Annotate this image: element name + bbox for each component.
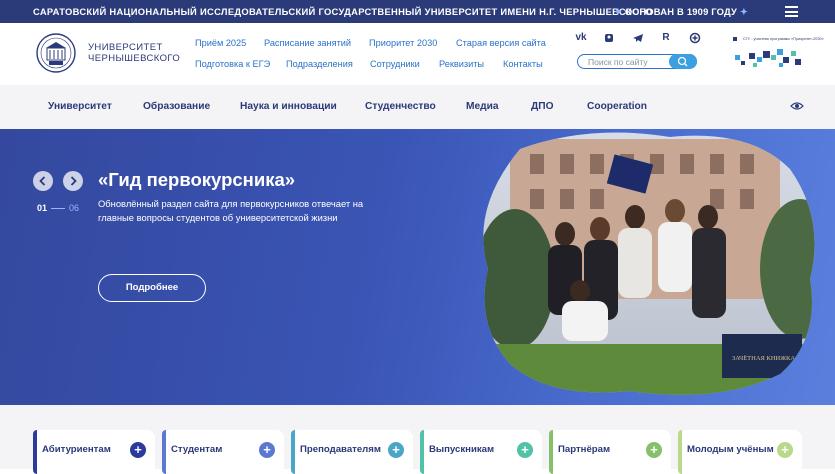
card-label: Выпускникам	[429, 444, 495, 455]
star-icon: ✦	[739, 6, 748, 17]
founded-text: ОСНОВАН В 1909 ГОДУ	[624, 6, 738, 17]
menu-icon[interactable]	[785, 6, 798, 17]
plus-icon: +	[777, 442, 793, 458]
plus-icon: +	[646, 442, 662, 458]
nav-university[interactable]: Университет	[48, 101, 112, 112]
card-young-scientists[interactable]: Молодым учёным +	[678, 430, 802, 474]
ok-icon[interactable]	[603, 32, 615, 44]
nav-education[interactable]: Образование	[143, 101, 210, 112]
card-accent	[162, 430, 166, 474]
logo-text[interactable]: УНИВЕРСИТЕТ ЧЕРНЫШЕВСКОГО	[88, 42, 180, 64]
search-box	[577, 54, 697, 69]
main-nav: Университет Образование Наука и инноваци…	[0, 85, 835, 129]
priority-2030-badge[interactable]: СГУ - участник программы «Приоритет-2030…	[733, 35, 824, 71]
plus-icon: +	[130, 442, 146, 458]
university-full-name: САРАТОВСКИЙ НАЦИОНАЛЬНЫЙ ИССЛЕДОВАТЕЛЬСК…	[33, 6, 653, 17]
more-icon[interactable]	[689, 32, 701, 44]
link-priority-2030[interactable]: Приоритет 2030	[369, 38, 437, 48]
card-accent	[291, 430, 295, 474]
link-schedule[interactable]: Расписание занятий	[264, 38, 351, 48]
nav-media[interactable]: Медиа	[466, 101, 499, 112]
link-requisites[interactable]: Реквизиты	[439, 59, 484, 69]
card-students[interactable]: Студентам +	[162, 430, 284, 474]
rutube-icon[interactable]: R	[660, 32, 672, 44]
hero-description: Обновлённый раздел сайта для первокурсни…	[98, 198, 364, 223]
card-applicants[interactable]: Абитуриентам +	[33, 430, 155, 474]
card-teachers[interactable]: Преподавателям +	[291, 430, 413, 474]
star-icon: ✦	[614, 6, 623, 17]
top-bar: САРАТОВСКИЙ НАЦИОНАЛЬНЫЙ ИССЛЕДОВАТЕЛЬСК…	[0, 0, 835, 23]
plus-icon: +	[259, 442, 275, 458]
logo-line-2: ЧЕРНЫШЕВСКОГО	[88, 53, 181, 64]
card-partners[interactable]: Партнёрам +	[549, 430, 671, 474]
card-graduates[interactable]: Выпускникам +	[420, 430, 542, 474]
prev-slide-button[interactable]	[33, 171, 53, 191]
search-icon	[677, 56, 688, 67]
vk-icon[interactable]: vk	[575, 32, 587, 44]
link-ege-prep[interactable]: Подготовка к ЕГЭ	[195, 59, 270, 69]
more-button[interactable]: Подробнее	[98, 274, 206, 302]
link-divisions[interactable]: Подразделения	[286, 59, 353, 69]
card-label: Молодым учёным	[687, 444, 774, 455]
nav-dpo[interactable]: ДПО	[531, 101, 554, 112]
next-slide-button[interactable]	[63, 171, 83, 191]
link-admission[interactable]: Приём 2025	[195, 38, 246, 48]
record-book-label: ЗАЧЁТНАЯ КНИЖКА	[732, 355, 795, 362]
nav-science[interactable]: Наука и инновации	[240, 101, 337, 112]
hero-title: «Гид первокурсника»	[98, 169, 296, 190]
logo-line-1: УНИВЕРСИТЕТ	[88, 42, 163, 53]
card-label: Студентам	[171, 444, 223, 455]
slide-counter: 01 06	[37, 203, 79, 213]
chevron-right-icon	[70, 176, 77, 186]
hero-slider: 01 06 «Гид первокурсника» Обновлённый раз…	[0, 129, 835, 405]
card-label: Партнёрам	[558, 444, 611, 455]
audience-cards: Абитуриентам + Студентам + Преподавателя…	[0, 405, 835, 474]
plus-icon: +	[517, 442, 533, 458]
hero-photo: ЗАЧЁТНАЯ КНИЖКА	[483, 132, 815, 395]
card-accent	[678, 430, 682, 474]
accessibility-eye-icon[interactable]	[790, 101, 804, 111]
link-old-site[interactable]: Старая версия сайта	[456, 38, 546, 48]
slide-total: 06	[69, 203, 80, 213]
search-input[interactable]	[588, 56, 668, 67]
header: УНИВЕРСИТЕТ ЧЕРНЫШЕВСКОГО Приём 2025 Рас…	[0, 23, 835, 85]
link-staff[interactable]: Сотрудники	[370, 59, 420, 69]
badge-text: СГУ - участник программы «Приоритет-2030…	[743, 37, 824, 41]
nav-cooperation[interactable]: Cooperation	[587, 101, 647, 112]
card-accent	[33, 430, 37, 474]
search-button[interactable]	[669, 54, 697, 69]
telegram-icon[interactable]	[632, 32, 644, 44]
plus-icon: +	[388, 442, 404, 458]
link-contacts[interactable]: Контакты	[503, 59, 543, 69]
card-accent	[420, 430, 424, 474]
card-label: Преподавателям	[300, 444, 381, 455]
chevron-left-icon	[39, 176, 46, 186]
card-label: Абитуриентам	[42, 444, 111, 455]
card-accent	[549, 430, 553, 474]
nav-student-life[interactable]: Студенчество	[365, 101, 436, 112]
founded-label: ✦ ОСНОВАН В 1909 ГОДУ ✦	[614, 6, 748, 18]
slide-current: 01	[37, 203, 48, 213]
university-logo[interactable]	[35, 32, 77, 74]
